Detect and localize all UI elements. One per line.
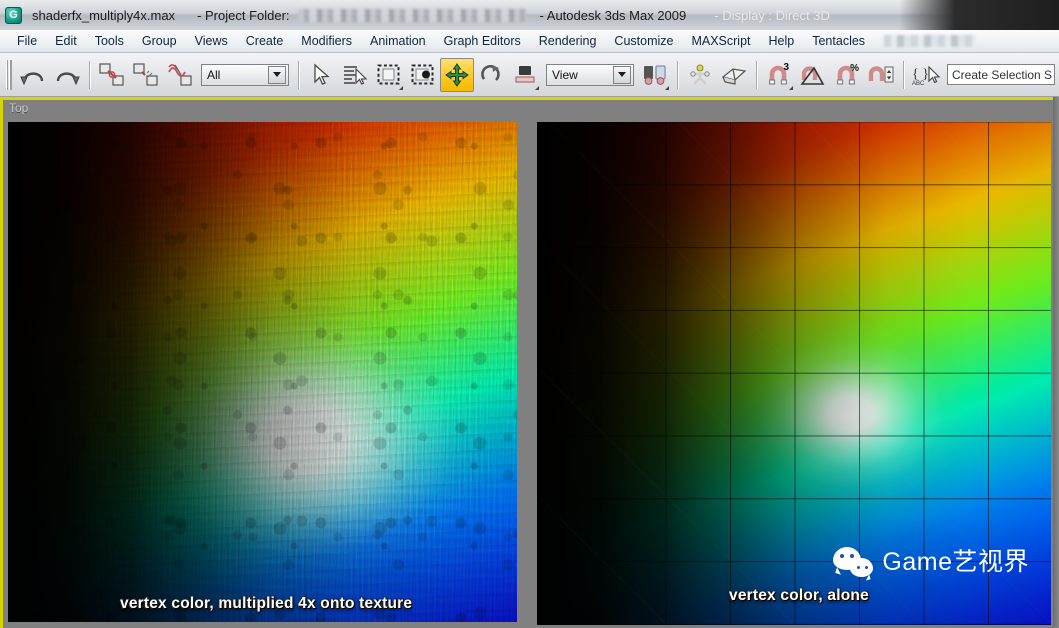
link-glyph: [99, 62, 124, 86]
3dsmax-app-icon[interactable]: G: [5, 6, 22, 24]
chevron-down-icon[interactable]: [613, 65, 631, 84]
percent-snap-toggle-icon[interactable]: %: [830, 58, 864, 92]
select-and-move-icon[interactable]: [440, 57, 474, 92]
selection-filter-combo[interactable]: All: [201, 63, 289, 86]
vertical-falloff-left: [8, 122, 517, 622]
scale-gizmo-glyph: [515, 65, 535, 82]
select-and-link-icon[interactable]: [95, 58, 129, 92]
svg-text:{ }: { }: [912, 67, 929, 82]
snap-3-label: 3: [783, 61, 789, 73]
display-driver-label: - Display : Direct 3D: [714, 7, 830, 23]
window-crossing-glyph: [411, 64, 434, 84]
menu-extra-redacted: [884, 35, 977, 47]
coordinate-system-combo[interactable]: View: [546, 63, 634, 86]
named-selection-set-input[interactable]: Create Selection S: [947, 64, 1055, 85]
menu-item-rendering[interactable]: Rendering: [530, 32, 606, 50]
title-bar: G shaderfx_multiply4x.max - Project Fold…: [0, 0, 1059, 30]
menu-item-tools[interactable]: Tools: [86, 32, 133, 50]
named-selection-set-placeholder: Create Selection S: [952, 67, 1053, 82]
menu-item-graph-editors[interactable]: Graph Editors: [435, 32, 530, 50]
select-by-name-icon[interactable]: [338, 58, 372, 92]
viewport-area[interactable]: Top vertex color, multiplied 4x onto tex…: [0, 97, 1059, 628]
menu-item-animation[interactable]: Animation: [361, 32, 435, 50]
space-warp-glyph: [168, 63, 192, 86]
move-gizmo-glyph: [445, 62, 469, 87]
product-version-label: - Autodesk 3ds Max 2009: [539, 7, 687, 23]
coordinate-system-value: View: [552, 67, 578, 82]
toolbar-separator: [677, 60, 678, 89]
rect-region-glyph: [377, 64, 400, 84]
menu-item-tentacles[interactable]: Tentacles: [803, 32, 874, 50]
percent-label: %: [850, 62, 859, 74]
mirror-icon[interactable]: [717, 58, 751, 92]
application-window: G shaderfx_multiply4x.max - Project Fold…: [0, 0, 1059, 628]
pivot-center-glyph: [644, 65, 666, 85]
panel-caption-left: vertex color, multiplied 4x onto texture: [120, 595, 413, 612]
select-and-manipulate-icon[interactable]: [683, 58, 717, 92]
toolbar-grip[interactable]: [6, 59, 12, 90]
main-toolbar: All View 3 % {} ABC Create Selection S: [0, 53, 1059, 97]
bind-to-space-warp-icon[interactable]: [163, 58, 197, 92]
wireframe-diagonals: [537, 122, 1051, 625]
toolbar-separator: [903, 60, 904, 89]
edit-named-selection-sets-icon[interactable]: { } ABC: [909, 58, 943, 92]
mirror-glyph: [721, 67, 747, 85]
select-object-icon[interactable]: [304, 58, 338, 92]
menu-item-modifiers[interactable]: Modifiers: [292, 32, 361, 50]
spinner-snap-toggle-icon[interactable]: [864, 58, 898, 92]
panel-caption-right: vertex color, alone: [729, 587, 869, 604]
viewport-panel-left[interactable]: vertex color, multiplied 4x onto texture: [8, 122, 517, 622]
menu-item-group[interactable]: Group: [133, 32, 186, 50]
toolbar-separator: [89, 60, 90, 89]
menu-item-customize[interactable]: Customize: [605, 32, 682, 50]
menu-item-file[interactable]: File: [8, 32, 46, 50]
viewport-label[interactable]: Top: [9, 101, 28, 115]
rectangular-selection-region-icon[interactable]: [372, 58, 406, 92]
viewport-panel-right[interactable]: vertex color, alone Game艺视界: [537, 122, 1051, 625]
project-folder-path-redacted: [297, 8, 526, 22]
select-and-scale-icon[interactable]: [508, 58, 542, 92]
svg-text:ABC: ABC: [912, 81, 925, 87]
unlink-selection-icon[interactable]: [129, 58, 163, 92]
menu-item-create[interactable]: Create: [237, 32, 293, 50]
snaps-toggle-3d-icon[interactable]: 3: [762, 58, 796, 92]
document-title: shaderfx_multiply4x.max: [32, 7, 176, 23]
window-crossing-toggle-icon[interactable]: [406, 58, 440, 92]
undo-glyph: [20, 71, 44, 85]
select-and-rotate-icon[interactable]: [474, 58, 508, 92]
unlink-glyph: [133, 62, 158, 86]
list-cursor-glyph: [344, 65, 368, 85]
arrow-cursor-glyph: [314, 63, 330, 85]
use-pivot-point-center-icon[interactable]: [638, 58, 672, 92]
toolbar-separator: [298, 60, 299, 89]
viewport-right-edge: [1053, 97, 1059, 628]
menu-item-views[interactable]: Views: [186, 32, 237, 50]
menu-bar: File Edit Tools Group Views Create Modif…: [0, 30, 1059, 53]
chevron-down-icon[interactable]: [268, 65, 286, 84]
redo-glyph: [56, 71, 80, 85]
rotate-gizmo-glyph: [481, 64, 500, 81]
menu-item-maxscript[interactable]: MAXScript: [682, 32, 759, 50]
redo-icon[interactable]: [50, 58, 84, 92]
project-folder-label: - Project Folder:: [197, 7, 290, 23]
toolbar-separator: [756, 60, 757, 89]
angle-snap-toggle-icon[interactable]: [796, 58, 830, 92]
manipulate-glyph: [690, 64, 710, 85]
menu-item-edit[interactable]: Edit: [46, 32, 86, 50]
menu-item-help[interactable]: Help: [760, 32, 804, 50]
named-selection-glyph: { } ABC: [912, 65, 941, 87]
selection-filter-value: All: [207, 67, 221, 82]
spinner-magnet-glyph: [868, 65, 894, 82]
undo-icon[interactable]: [16, 58, 50, 92]
angle-magnet-glyph: [800, 65, 825, 85]
